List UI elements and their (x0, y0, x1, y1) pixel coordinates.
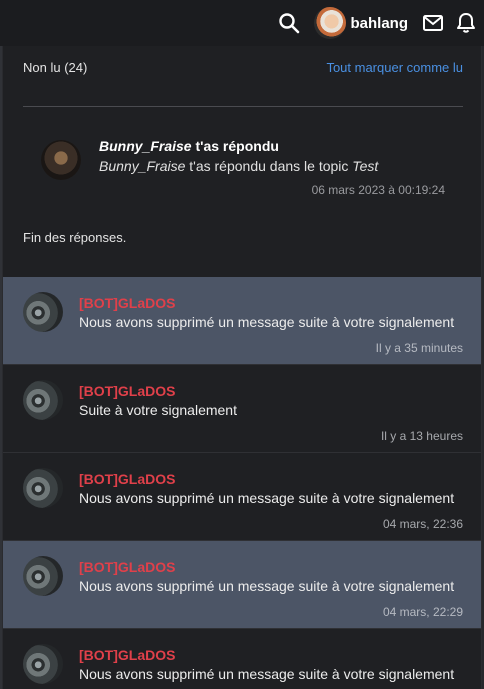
reply-body-middle: t'as répondu dans le topic (185, 158, 353, 174)
notification-text: Nous avons supprimé un message suite à v… (79, 314, 455, 330)
reply-topic: Test (352, 158, 379, 174)
avatar (314, 7, 347, 39)
notification-item[interactable]: [BOT]GLaDOS Suite à votre signalement Il y… (3, 365, 481, 453)
notification-text: Nous avons supprimé un message suite à v… (79, 666, 455, 682)
reply-author: Bunny_Fraise (99, 138, 192, 154)
reply-title: Bunny_Fraise t'as répondu (99, 138, 279, 154)
mail-icon (423, 15, 443, 31)
bell-icon (457, 13, 475, 33)
notification-time: 04 mars, 22:36 (382, 517, 463, 531)
panel-header: Non lu (24) Tout marquer comme lu (3, 46, 481, 88)
notification-author: [BOT]GLaDOS (79, 383, 176, 399)
reply-notification[interactable]: Bunny_Fraise t'as répondu Bunny_Fraise t… (41, 138, 445, 202)
notifications-button[interactable] (456, 12, 476, 34)
search-button[interactable] (278, 12, 300, 34)
notification-time: 04 mars, 22:29 (382, 605, 463, 619)
end-of-replies: Fin des réponses. (23, 230, 127, 245)
reply-body: Bunny_Fraise t'as répondu dans le topic … (99, 158, 378, 174)
mark-all-read-link[interactable]: Tout marquer comme lu (326, 60, 463, 75)
notification-item[interactable]: [BOT]GLaDOS Nous avons supprimé un messag… (3, 541, 481, 629)
divider (23, 106, 463, 107)
notification-author: [BOT]GLaDOS (79, 559, 176, 575)
notification-text: Nous avons supprimé un message suite à v… (79, 578, 455, 594)
notification-author: [BOT]GLaDOS (79, 471, 176, 487)
avatar (41, 140, 81, 180)
notification-item[interactable]: [BOT]GLaDOS Nous avons supprimé un messag… (3, 453, 481, 541)
reply-body-author: Bunny_Fraise (99, 158, 186, 174)
reply-date: 06 mars 2023 à 00:19:24 (311, 183, 445, 197)
notification-item[interactable]: [BOT]GLaDOS Nous avons supprimé un messag… (3, 277, 481, 365)
bot-avatar (23, 292, 63, 332)
bot-avatar (23, 380, 63, 420)
unread-filter[interactable]: Non lu (24) (23, 60, 87, 75)
notification-time: Il y a 13 heures (380, 429, 463, 443)
notification-item[interactable]: [BOT]GLaDOS Nous avons supprimé un messag… (3, 629, 481, 689)
notification-text: Suite à votre signalement (79, 402, 237, 418)
search-icon (279, 13, 300, 34)
notifications-panel: Non lu (24) Tout marquer comme lu Bunny_… (2, 46, 482, 689)
messages-button[interactable] (422, 12, 444, 34)
bot-avatar (23, 556, 63, 596)
notification-text: Nous avons supprimé un message suite à v… (79, 490, 455, 506)
bot-avatar (23, 644, 63, 684)
user-menu-button[interactable]: bahlang (314, 7, 408, 39)
notification-author: [BOT]GLaDOS (79, 647, 176, 663)
bot-avatar (23, 468, 63, 508)
notification-author: [BOT]GLaDOS (79, 295, 176, 311)
notification-time: Il y a 35 minutes (375, 341, 463, 355)
reply-title-suffix: t'as répondu (191, 138, 279, 154)
username: bahlang (350, 14, 408, 32)
top-bar: bahlang (0, 0, 484, 46)
